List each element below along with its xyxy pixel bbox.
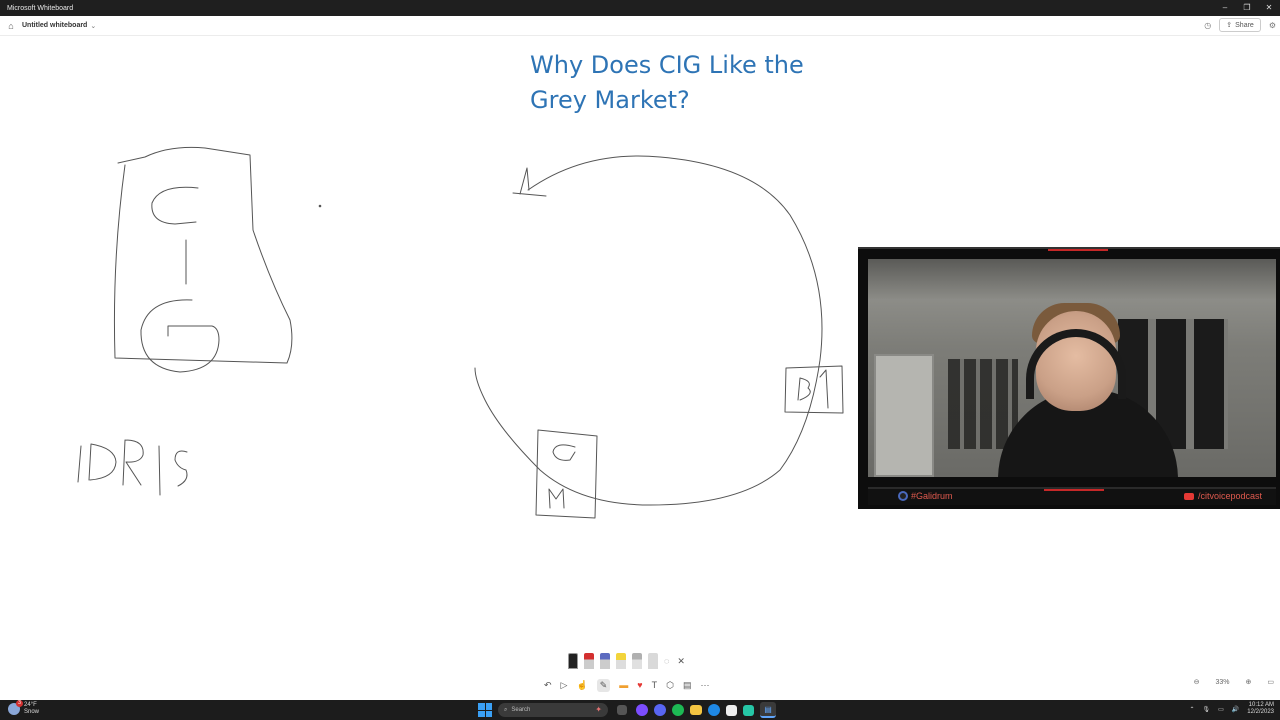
ink-idris-i xyxy=(77,445,82,483)
share-icon: ⇪ xyxy=(1226,22,1233,29)
home-icon[interactable]: ⌂ xyxy=(0,21,22,31)
discord-icon[interactable] xyxy=(654,704,666,716)
ink-box-b1-1 xyxy=(819,369,829,409)
red-pen-icon[interactable] xyxy=(584,653,594,669)
undo-icon[interactable]: ↶ xyxy=(544,680,552,691)
window-titlebar: Microsoft Whiteboard – ❐ ✕ xyxy=(0,0,1280,16)
webcam-channel: /citvoicepodcast xyxy=(1183,491,1262,501)
ink-idris-d xyxy=(88,443,117,481)
clock-date: 12/2/2023 xyxy=(1247,709,1274,715)
webcam-video xyxy=(868,259,1276,477)
reaction-heart-icon[interactable]: ♥ xyxy=(637,680,642,690)
text-icon[interactable]: T xyxy=(652,680,658,690)
touch-icon[interactable]: ☝ xyxy=(576,680,587,691)
eraser-icon[interactable] xyxy=(648,653,658,669)
pencil-icon[interactable] xyxy=(632,653,642,669)
window-title: Microsoft Whiteboard xyxy=(7,4,74,12)
ink-idris-s xyxy=(174,450,188,487)
webcam-handle: #Galidrum xyxy=(898,491,953,501)
webcam-overlay: #Galidrum /citvoicepodcast xyxy=(858,247,1280,509)
settings-gear-icon[interactable]: ⚙ xyxy=(1269,21,1276,30)
webcam-handle-text: #Galidrum xyxy=(911,491,953,501)
ink-box-b1 xyxy=(784,365,844,414)
pen-tool-icon[interactable]: ✎ xyxy=(596,678,611,692)
spotify-icon[interactable] xyxy=(672,704,684,716)
select-icon[interactable]: ▷ xyxy=(561,680,568,691)
weather-badge: 3 xyxy=(16,700,23,707)
network-icon[interactable]: ▭ xyxy=(1218,706,1224,713)
template-icon[interactable]: ▤ xyxy=(683,680,692,691)
video-door xyxy=(874,354,934,477)
zoom-in-icon[interactable]: ⊕ xyxy=(1246,678,1252,686)
search-placeholder: Search xyxy=(511,707,531,713)
windows-taskbar: 3 24°F Snow ⌕ Search ✦ ▤ ⌃ 🎙 ▭ 🔊 10:12 A… xyxy=(0,700,1280,720)
ink-idris-r xyxy=(122,439,144,486)
search-highlight-icon: ✦ xyxy=(595,705,602,714)
document-name-button[interactable]: Untitled whiteboard ⌄ xyxy=(22,22,96,30)
minimize-button[interactable]: – xyxy=(1214,0,1236,16)
weather-icon: 3 xyxy=(8,700,23,715)
webcam-accent xyxy=(1048,249,1108,251)
highlighter-icon[interactable] xyxy=(616,653,626,669)
ink-loop-arc xyxy=(474,155,823,506)
window-controls: – ❐ ✕ xyxy=(1214,0,1280,16)
ink-box-gm-g xyxy=(552,444,576,461)
restore-button[interactable]: ❐ xyxy=(1236,0,1258,16)
sticky-note-icon[interactable]: ▬ xyxy=(619,680,628,690)
ink-toolbar: ◌ ✕ xyxy=(562,651,722,671)
shape-icon[interactable]: ⬡ xyxy=(666,680,674,691)
weather-temp: 24°F xyxy=(24,702,37,708)
ink-letter-c xyxy=(151,186,199,225)
close-window-button[interactable]: ✕ xyxy=(1258,0,1280,16)
copilot-icon[interactable] xyxy=(636,704,648,716)
weather-condition: Snow xyxy=(24,709,40,715)
blue-pen-icon[interactable] xyxy=(600,653,610,669)
close-ink-toolbar-icon[interactable]: ✕ xyxy=(677,656,685,667)
share-button[interactable]: ⇪ Share xyxy=(1219,18,1261,32)
tray-overflow-chevron-icon[interactable]: ⌃ xyxy=(1189,706,1194,713)
chevron-down-icon: ⌄ xyxy=(90,22,97,30)
youtube-icon xyxy=(1183,492,1194,500)
zoom-level[interactable]: 33% xyxy=(1215,679,1229,686)
microphone-icon[interactable]: 🎙 xyxy=(1203,706,1211,713)
clock-time: 10:12 AM xyxy=(1248,702,1274,708)
system-tray: ⌃ 🎙 ▭ 🔊 10:12 AM 12/2/2023 xyxy=(1189,702,1274,716)
main-toolbar: ↶ ▷ ☝ ✎ ▬ ♥ T ⬡ ▤ ··· xyxy=(538,675,748,695)
xbox-app-icon[interactable] xyxy=(743,704,754,716)
file-explorer-icon[interactable] xyxy=(690,705,702,715)
share-label: Share xyxy=(1235,21,1254,29)
webcam-channel-text: /citvoicepodcast xyxy=(1197,491,1262,501)
task-view-icon[interactable] xyxy=(617,705,627,715)
taskbar-search[interactable]: ⌕ Search ✦ xyxy=(498,703,608,717)
more-icon[interactable]: ··· xyxy=(700,680,709,690)
fit-to-screen-icon[interactable]: ▭ xyxy=(1267,678,1274,686)
video-ceiling xyxy=(868,259,1276,299)
taskbar-apps: ⌕ Search ✦ ▤ xyxy=(478,702,776,718)
black-pen-icon[interactable] xyxy=(568,653,578,669)
volume-icon[interactable]: 🔊 xyxy=(1232,706,1239,713)
taskbar-clock[interactable]: 10:12 AM 12/2/2023 xyxy=(1247,702,1274,716)
ink-idris-i2 xyxy=(158,445,161,496)
lasso-icon[interactable]: ◌ xyxy=(664,656,669,666)
twitch-icon xyxy=(898,491,908,501)
start-icon[interactable] xyxy=(478,703,492,717)
ink-dot xyxy=(318,204,322,208)
history-icon[interactable]: ◷ xyxy=(1204,21,1211,30)
webcam-bar-accent xyxy=(1044,489,1104,491)
edge-icon[interactable] xyxy=(708,704,720,716)
zoom-out-icon[interactable]: ⊖ xyxy=(1194,678,1200,686)
app-header: ⌂ Untitled whiteboard ⌄ ◷ ⇪ Share ⚙ xyxy=(0,16,1280,36)
appbar-actions: ◷ ⇪ Share ⚙ xyxy=(1204,18,1276,32)
ink-box-b1-b xyxy=(797,377,811,401)
document-name: Untitled whiteboard xyxy=(22,22,88,29)
webcam-caption-bar: #Galidrum /citvoicepodcast xyxy=(868,487,1276,505)
search-icon: ⌕ xyxy=(504,706,508,713)
weather-widget[interactable]: 3 24°F Snow xyxy=(8,700,40,716)
ink-box-gm-m xyxy=(548,488,565,509)
zoom-controls: ⊖ 33% ⊕ ▭ xyxy=(1194,678,1274,687)
video-wall-frames xyxy=(948,359,1018,449)
store-icon[interactable] xyxy=(726,704,737,716)
whiteboard-app-icon[interactable]: ▤ xyxy=(760,702,776,718)
